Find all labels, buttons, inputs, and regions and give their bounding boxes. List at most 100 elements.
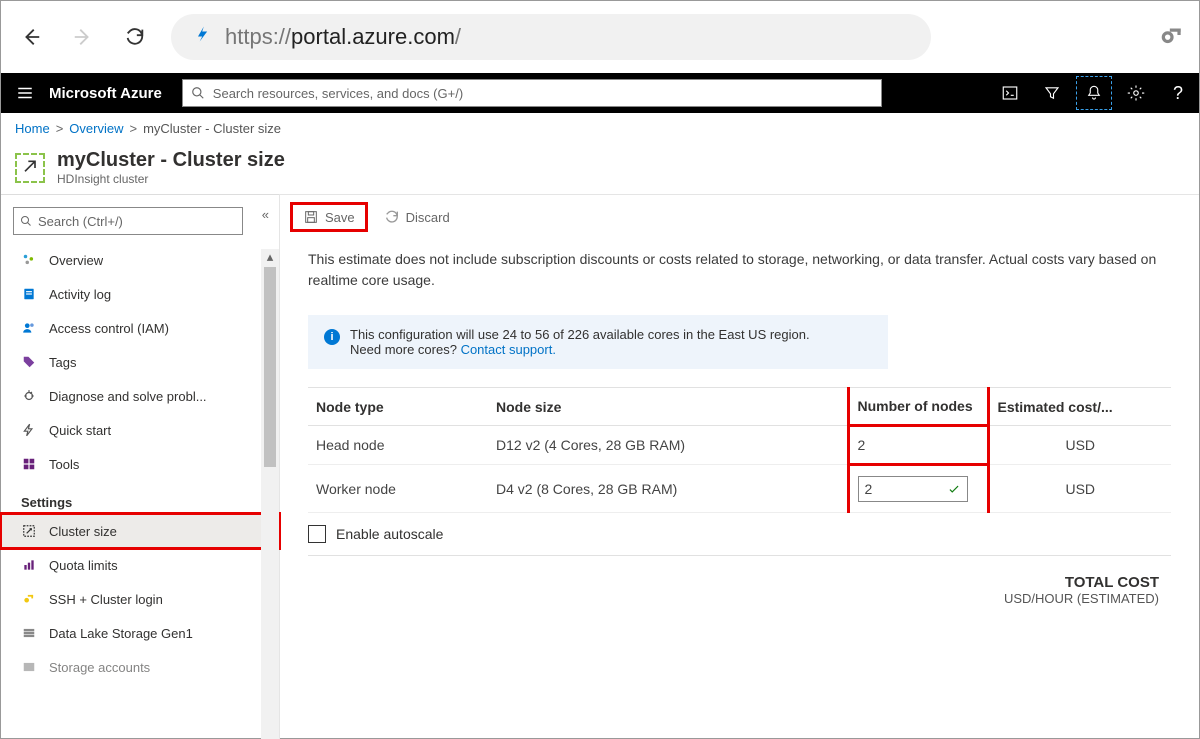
browser-toolbar: https://portal.azure.com/ bbox=[1, 1, 1199, 73]
sidebar-item-access-control[interactable]: Access control (IAM) bbox=[1, 311, 279, 345]
cell-node-type: Head node bbox=[308, 426, 488, 465]
enable-autoscale-checkbox[interactable]: Enable autoscale bbox=[308, 525, 1171, 543]
cell-cost: USD bbox=[988, 465, 1171, 513]
col-estimated-cost: Estimated cost/... bbox=[988, 388, 1171, 426]
sidebar-search-placeholder: Search (Ctrl+/) bbox=[38, 214, 123, 229]
sidebar-heading-settings: Settings bbox=[1, 481, 279, 514]
sidebar-item-label: Tags bbox=[49, 355, 76, 370]
info-text2: Need more cores? bbox=[350, 342, 461, 357]
worker-node-count-input[interactable]: 2 bbox=[858, 476, 968, 502]
sidebar-item-storage-accounts[interactable]: Storage accounts bbox=[1, 650, 279, 684]
breadcrumb: Home > Overview > myCluster - Cluster si… bbox=[1, 113, 1199, 143]
checkbox-label: Enable autoscale bbox=[336, 526, 443, 542]
scale-icon bbox=[21, 523, 37, 539]
sidebar-item-label: Quota limits bbox=[49, 558, 118, 573]
menu-button[interactable] bbox=[1, 84, 49, 102]
overview-icon bbox=[21, 252, 37, 268]
sidebar-item-label: Activity log bbox=[49, 287, 111, 302]
sidebar-item-activity-log[interactable]: Activity log bbox=[1, 277, 279, 311]
sidebar-item-quick-start[interactable]: Quick start bbox=[1, 413, 279, 447]
sidebar-item-label: Tools bbox=[49, 457, 79, 472]
sidebar-item-label: Cluster size bbox=[49, 524, 117, 539]
sidebar-item-label: Data Lake Storage Gen1 bbox=[49, 626, 193, 641]
sidebar-item-ssh-login[interactable]: SSH + Cluster login bbox=[1, 582, 279, 616]
breadcrumb-current: myCluster - Cluster size bbox=[143, 121, 281, 136]
info-icon: i bbox=[324, 329, 340, 345]
key-icon bbox=[21, 591, 37, 607]
cell-number-of-nodes: 2 bbox=[848, 426, 988, 465]
sidebar-item-cluster-size[interactable]: Cluster size bbox=[1, 514, 279, 548]
scroll-thumb[interactable] bbox=[264, 267, 276, 467]
sidebar-item-data-lake[interactable]: Data Lake Storage Gen1 bbox=[1, 616, 279, 650]
discard-icon bbox=[384, 209, 400, 225]
col-number-of-nodes-highlighted: Number of nodes bbox=[848, 388, 988, 426]
cloud-shell-icon[interactable] bbox=[989, 73, 1031, 113]
settings-icon[interactable] bbox=[1115, 73, 1157, 113]
estimate-description: This estimate does not include subscript… bbox=[280, 239, 1199, 301]
sidebar-item-label: Diagnose and solve probl... bbox=[49, 389, 207, 404]
url-host: portal.azure.com bbox=[291, 24, 455, 49]
filter-icon[interactable] bbox=[1031, 73, 1073, 113]
save-button[interactable]: Save bbox=[290, 202, 368, 232]
discard-button[interactable]: Discard bbox=[374, 205, 460, 229]
info-text: This configuration will use 24 to 56 of … bbox=[350, 327, 810, 342]
page-title-bar: myCluster - Cluster size HDInsight clust… bbox=[1, 143, 1199, 194]
tag-icon bbox=[21, 354, 37, 370]
sidebar-scrollbar[interactable]: ▴ bbox=[261, 249, 279, 739]
quota-icon bbox=[21, 557, 37, 573]
cell-cost: USD bbox=[988, 426, 1171, 465]
azure-top-bar: Microsoft Azure Search resources, servic… bbox=[1, 73, 1199, 113]
diagnose-icon bbox=[21, 388, 37, 404]
command-bar: Save Discard bbox=[280, 195, 1199, 239]
brand-label: Microsoft Azure bbox=[49, 85, 182, 102]
input-value: 2 bbox=[865, 481, 873, 497]
search-placeholder: Search resources, services, and docs (G+… bbox=[213, 86, 463, 101]
col-node-size: Node size bbox=[488, 388, 848, 426]
sidebar-search-input[interactable]: Search (Ctrl+/) bbox=[13, 207, 243, 235]
total-cost-section: TOTAL COST USD/HOUR (ESTIMATED) bbox=[280, 564, 1199, 616]
url-path: / bbox=[455, 24, 461, 49]
table-row: Head node D12 v2 (4 Cores, 28 GB RAM) 2 … bbox=[308, 426, 1171, 465]
cell-node-size: D12 v2 (4 Cores, 28 GB RAM) bbox=[488, 426, 848, 465]
storage-icon bbox=[21, 625, 37, 641]
table-row: Worker node D4 v2 (8 Cores, 28 GB RAM) 2… bbox=[308, 465, 1171, 513]
sidebar-item-label: Overview bbox=[49, 253, 103, 268]
sidebar-item-tags[interactable]: Tags bbox=[1, 345, 279, 379]
contact-support-link[interactable]: Contact support. bbox=[461, 342, 556, 357]
checkbox-box[interactable] bbox=[308, 525, 326, 543]
address-bar[interactable]: https://portal.azure.com/ bbox=[171, 14, 931, 60]
resource-icon bbox=[15, 153, 45, 183]
storage-icon bbox=[21, 659, 37, 675]
save-label: Save bbox=[325, 210, 355, 225]
azure-logo-icon bbox=[193, 24, 213, 50]
collapse-sidebar-button[interactable]: « bbox=[262, 207, 269, 222]
nodes-table: Node type Node size Number of nodes Esti… bbox=[308, 387, 1171, 513]
key-icon[interactable] bbox=[1159, 22, 1185, 51]
sidebar-item-label: Storage accounts bbox=[49, 660, 150, 675]
sidebar-item-tools[interactable]: Tools bbox=[1, 447, 279, 481]
back-button[interactable] bbox=[15, 21, 47, 53]
checkmark-icon bbox=[947, 482, 961, 496]
info-banner: i This configuration will use 24 to 56 o… bbox=[308, 315, 888, 369]
sidebar-item-label: SSH + Cluster login bbox=[49, 592, 163, 607]
cell-node-size: D4 v2 (8 Cores, 28 GB RAM) bbox=[488, 465, 848, 513]
scroll-up-icon[interactable]: ▴ bbox=[261, 249, 279, 267]
page-subtitle: HDInsight cluster bbox=[57, 172, 285, 186]
forward-button[interactable] bbox=[67, 21, 99, 53]
sidebar-item-overview[interactable]: Overview bbox=[1, 243, 279, 277]
total-cost-label: TOTAL COST bbox=[320, 574, 1159, 591]
reload-button[interactable] bbox=[119, 21, 151, 53]
main-content: Save Discard This estimate does not incl… bbox=[279, 194, 1199, 739]
divider bbox=[308, 555, 1171, 556]
global-search-input[interactable]: Search resources, services, and docs (G+… bbox=[182, 79, 882, 107]
breadcrumb-home[interactable]: Home bbox=[15, 121, 50, 136]
log-icon bbox=[21, 286, 37, 302]
breadcrumb-overview[interactable]: Overview bbox=[69, 121, 123, 136]
iam-icon bbox=[21, 320, 37, 336]
col-node-type: Node type bbox=[308, 388, 488, 426]
notifications-icon[interactable] bbox=[1073, 73, 1115, 113]
sidebar-item-diagnose[interactable]: Diagnose and solve probl... bbox=[1, 379, 279, 413]
url-scheme: https:// bbox=[225, 24, 291, 49]
sidebar-item-quota-limits[interactable]: Quota limits bbox=[1, 548, 279, 582]
help-icon[interactable]: ? bbox=[1157, 73, 1199, 113]
